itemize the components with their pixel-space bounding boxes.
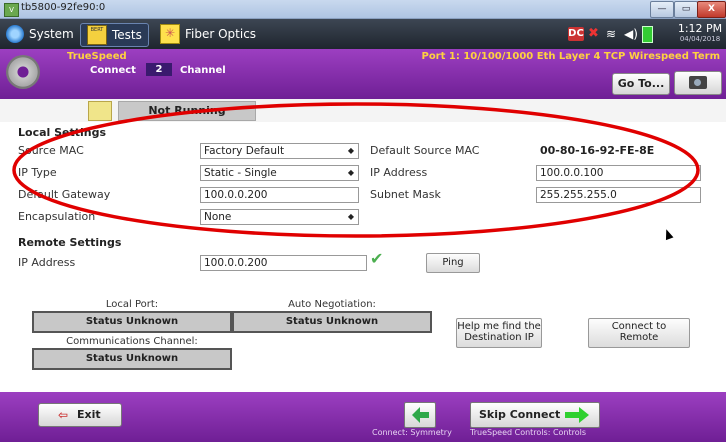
goto-button[interactable]: Go To... (612, 73, 670, 95)
app-toolbar: System BERT Tests ✳ Fiber Optics DC ✖ ≋ … (0, 19, 726, 49)
remote-ip-input[interactable]: 100.0.0.200 (200, 255, 367, 271)
run-status: Not Running (118, 101, 256, 121)
dc-power-icon: DC (568, 27, 584, 41)
bottom-bar: ⇦ Exit Skip Connect Connect: Symmetry Tr… (0, 392, 726, 442)
ip-address-label: IP Address (370, 166, 428, 179)
app-name: TrueSpeed (67, 51, 127, 62)
test-banner: TrueSpeed Connect 2 Channel Port 1: 10/1… (0, 49, 726, 99)
check-icon: ✔ (370, 249, 384, 268)
footer-caption-left: Connect: Symmetry (372, 428, 452, 437)
find-destination-ip-button[interactable]: Help me find the Destination IP (456, 318, 542, 348)
breadcrumb-channel: Channel (180, 65, 226, 76)
skip-connect-button[interactable]: Skip Connect (470, 402, 600, 428)
run-indicator[interactable] (88, 101, 112, 121)
source-mac-select[interactable]: Factory Default ◆ (200, 143, 359, 159)
window-title: tb5800-92fe90:0 (21, 2, 106, 13)
exit-icon: ⇦ (58, 408, 69, 422)
exit-button[interactable]: ⇦ Exit (38, 403, 122, 427)
encapsulation-select[interactable]: None ◆ (200, 209, 359, 225)
local-port-label: Local Port: (105, 299, 159, 310)
local-port-status: Status Unknown (32, 311, 232, 333)
source-mac-label: Source MAC (18, 144, 84, 157)
gear-icon[interactable] (6, 55, 40, 89)
select-arrow-icon: ◆ (347, 212, 354, 221)
channel-number: 2 (146, 63, 172, 76)
network-error-icon: ✖ (588, 26, 599, 41)
clock-date: 04/04/2018 (679, 35, 721, 43)
select-arrow-icon: ◆ (347, 146, 354, 155)
connect-to-remote-button[interactable]: Connect to Remote (588, 318, 690, 348)
window-title-bar: V tb5800-92fe90:0 — ▭ X (0, 0, 726, 19)
ping-button[interactable]: Ping (426, 253, 480, 273)
minimize-button[interactable]: — (650, 1, 674, 18)
ip-type-value: Static - Single (204, 167, 277, 179)
back-button[interactable] (404, 402, 436, 428)
default-gateway-input[interactable]: 100.0.0.200 (200, 187, 359, 203)
tests-icon: BERT (87, 25, 107, 45)
encapsulation-label: Encapsulation (18, 210, 96, 223)
status-tray: DC ✖ ≋ ◀) (568, 25, 668, 43)
system-menu[interactable]: System (6, 23, 74, 45)
tests-menu[interactable]: BERT Tests (80, 23, 149, 47)
local-ip-input[interactable]: 100.0.0.100 (536, 165, 701, 181)
right-arrow-icon (565, 407, 589, 423)
comm-channel-label: Communications Channel: (66, 336, 198, 347)
subnet-mask-input[interactable]: 255.255.255.0 (536, 187, 701, 203)
breadcrumb-connect: Connect (90, 65, 136, 76)
encapsulation-value: None (204, 211, 232, 223)
auto-negotiation-status: Status Unknown (232, 311, 432, 333)
local-settings-heading: Local Settings (18, 126, 107, 139)
remote-ip-label: IP Address (18, 256, 76, 269)
remote-settings-heading: Remote Settings (18, 236, 122, 249)
tests-label: Tests (112, 28, 142, 42)
default-source-mac-label: Default Source MAC (370, 144, 480, 157)
port-info: Port 1: 10/100/1000 Eth Layer 4 TCP Wire… (421, 51, 720, 62)
default-gateway-label: Default Gateway (18, 188, 111, 201)
ip-type-label: IP Type (18, 166, 57, 179)
skip-connect-label: Skip Connect (479, 408, 561, 421)
battery-icon (642, 25, 653, 43)
maximize-button[interactable]: ▭ (674, 1, 698, 18)
connect-panel: Local Settings Source MAC Factory Defaul… (14, 122, 714, 392)
default-source-mac-value: 00-80-16-92-FE-8E (540, 144, 655, 157)
clock-time: 1:12 PM (677, 22, 723, 35)
auto-negotiation-label: Auto Negotiation: (288, 299, 376, 310)
select-arrow-icon: ◆ (347, 168, 354, 177)
wifi-icon[interactable]: ≋ (606, 27, 620, 41)
system-label: System (29, 27, 74, 41)
fiber-optics-menu[interactable]: ✳ Fiber Optics (160, 23, 256, 45)
comm-channel-status: Status Unknown (32, 348, 232, 370)
footer-caption-right: TrueSpeed Controls: Controls (470, 428, 587, 437)
fiber-optics-label: Fiber Optics (185, 27, 257, 41)
system-icon (6, 25, 24, 43)
ip-type-select[interactable]: Static - Single ◆ (200, 165, 359, 181)
source-mac-value: Factory Default (204, 145, 285, 157)
left-arrow-icon (412, 407, 429, 423)
fiber-optics-icon: ✳ (160, 24, 180, 44)
clock: 1:12 PM 04/04/2018 (676, 22, 724, 43)
volume-icon[interactable]: ◀) (624, 27, 638, 41)
run-status-row: Not Running (0, 99, 726, 122)
subnet-mask-label: Subnet Mask (370, 188, 441, 201)
close-button[interactable]: X (697, 1, 726, 18)
screenshot-button[interactable] (674, 71, 722, 95)
app-icon: V (4, 3, 19, 17)
exit-label: Exit (77, 408, 101, 421)
camera-icon (689, 76, 707, 89)
